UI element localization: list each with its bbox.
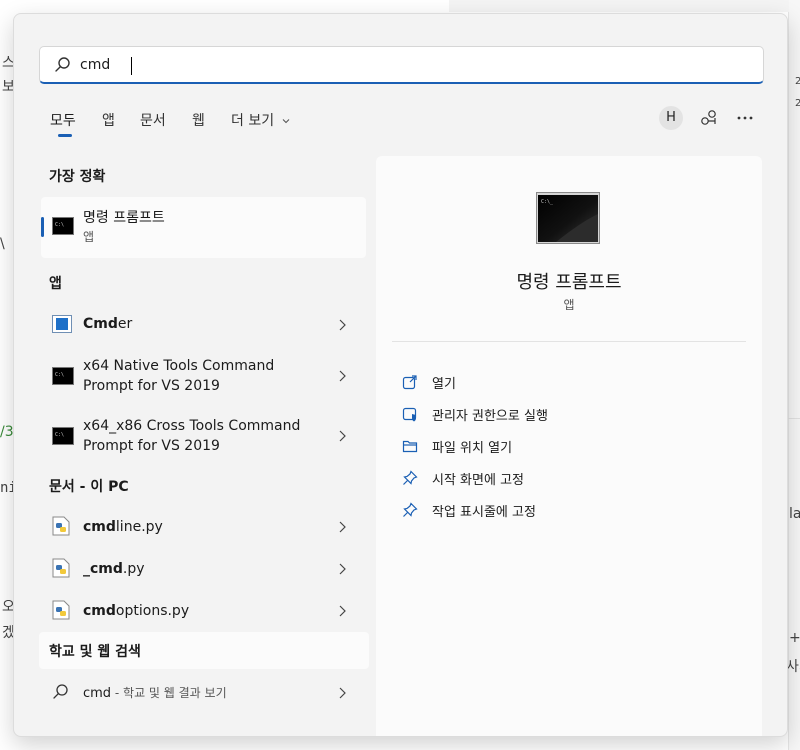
apps-heading: 앱	[49, 276, 62, 292]
list-item-label: _cmd.py	[83, 559, 145, 579]
background-text: la	[789, 506, 800, 522]
list-item-document[interactable]: cmdline.py	[41, 512, 366, 542]
search-icon	[55, 57, 70, 72]
list-item-document[interactable]: cmdoptions.py	[41, 596, 366, 626]
python-file-icon	[52, 516, 70, 536]
match-highlight: cmd	[83, 519, 116, 535]
match-highlight: _cmd	[83, 561, 123, 577]
list-item-label-line1: x64_x86 Cross Tools Command	[83, 418, 301, 434]
chevron-right-icon[interactable]	[337, 520, 347, 534]
web-search-section: 학교 및 웹 검색	[39, 632, 369, 669]
detail-divider	[392, 341, 746, 342]
selection-indicator	[41, 217, 44, 237]
chevron-right-icon[interactable]	[337, 686, 347, 700]
action-label: 파일 위치 열기	[432, 441, 513, 456]
command-prompt-icon: C:\	[52, 217, 74, 235]
background-text: \	[0, 236, 5, 252]
pin-icon	[403, 470, 418, 485]
background-divider	[788, 418, 800, 419]
tab-web[interactable]: 웹	[192, 110, 205, 130]
web-search-item[interactable]: cmd - 학교 및 웹 결과 보기	[41, 678, 366, 708]
list-item-document[interactable]: _cmd.py	[41, 554, 366, 584]
python-file-icon	[52, 558, 70, 578]
shield-admin-icon	[402, 407, 417, 422]
list-item-cmder[interactable]: Cmder	[41, 310, 366, 340]
list-item-label-line2: Prompt for VS 2019	[83, 438, 220, 454]
documents-heading: 문서 - 이 PC	[49, 479, 129, 495]
background-text: 2	[795, 76, 800, 87]
label-rest: er	[117, 316, 133, 332]
share-icon[interactable]	[699, 108, 719, 128]
action-label: 시작 화면에 고정	[432, 473, 524, 488]
list-item-x64-x86-cross-tools[interactable]: C:\ x64_x86 Cross Tools Command Prompt f…	[41, 414, 366, 460]
search-box[interactable]	[39, 46, 764, 84]
detail-subtitle: 앱	[563, 298, 575, 312]
tab-apps[interactable]: 앱	[102, 110, 115, 130]
svg-text:C:\_: C:\_	[541, 199, 554, 205]
background-text: /3	[0, 424, 14, 440]
command-prompt-icon: C:\	[52, 367, 74, 385]
action-label: 관리자 권한으로 실행	[432, 409, 548, 424]
search-input[interactable]	[80, 53, 740, 77]
background-strip	[449, 0, 789, 12]
svg-text:C:\: C:\	[55, 222, 64, 228]
tab-documents[interactable]: 문서	[140, 110, 166, 130]
action-label: 열기	[432, 377, 456, 392]
detail-title: 명령 프롬프트	[516, 272, 622, 293]
list-item-label: cmdline.py	[83, 517, 163, 537]
pin-icon	[403, 502, 418, 517]
command-prompt-large-icon: C:\_	[536, 192, 600, 244]
best-match-heading: 가장 정확	[49, 169, 106, 185]
list-item-label: cmdoptions.py	[83, 601, 189, 621]
list-item-label-line1: x64 Native Tools Command	[83, 358, 275, 374]
account-avatar[interactable]: H	[659, 106, 683, 130]
cmder-icon	[52, 315, 72, 333]
text-caret	[131, 57, 132, 75]
chevron-right-icon[interactable]	[337, 318, 347, 332]
folder-icon	[402, 440, 418, 453]
chevron-right-icon[interactable]	[337, 562, 347, 576]
match-highlight: cmd	[83, 603, 116, 619]
best-match-name: 명령 프롬프트	[83, 210, 165, 226]
open-external-icon	[402, 375, 417, 390]
chevron-right-icon[interactable]	[337, 604, 347, 618]
match-highlight: Cmd	[83, 316, 118, 332]
label-rest: line.py	[115, 519, 163, 535]
svg-text:C:\: C:\	[55, 432, 64, 438]
label-rest: .py	[122, 561, 145, 577]
background-text: 사기	[786, 659, 800, 675]
search-icon	[53, 684, 68, 699]
active-tab-indicator	[58, 134, 72, 137]
start-search-panel: 모두 앱 문서 웹 더 보기 H 가장 정확 C:\ 명령 프롬프트 앱 앱	[13, 13, 788, 737]
background-text: +D	[789, 630, 800, 646]
svg-text:C:\: C:\	[55, 372, 64, 378]
list-item-label: Cmder	[83, 314, 132, 334]
python-file-icon	[52, 600, 70, 620]
best-match-type: 앱	[83, 230, 95, 244]
chevron-right-icon[interactable]	[337, 369, 347, 383]
action-label: 작업 표시줄에 고정	[432, 505, 536, 520]
detail-pane: C:\_ 명령 프롬프트 앱 열기 관리자 권한으로 실행 파일 위치 열기 시…	[376, 156, 762, 736]
chevron-down-icon	[282, 119, 289, 124]
command-prompt-icon: C:\	[52, 427, 74, 445]
more-options-icon[interactable]	[735, 108, 755, 128]
web-search-label: cmd - 학교 및 웹 결과 보기	[83, 684, 227, 701]
label-rest: options.py	[115, 603, 190, 619]
chevron-right-icon[interactable]	[337, 429, 347, 443]
background-text: 2	[795, 98, 800, 109]
web-search-suffix: - 학교 및 웹 결과 보기	[111, 686, 227, 700]
list-item-label-line2: Prompt for VS 2019	[83, 378, 220, 394]
web-search-query: cmd	[83, 686, 112, 701]
web-search-heading: 학교 및 웹 검색	[49, 644, 141, 660]
best-match-card[interactable]: C:\ 명령 프롬프트 앱	[41, 197, 366, 258]
tab-more-label: 더 보기	[231, 113, 275, 129]
list-item-x64-native-tools[interactable]: C:\ x64 Native Tools Command Prompt for …	[41, 354, 366, 400]
tab-more[interactable]: 더 보기	[231, 110, 291, 130]
tab-all[interactable]: 모두	[50, 110, 76, 130]
